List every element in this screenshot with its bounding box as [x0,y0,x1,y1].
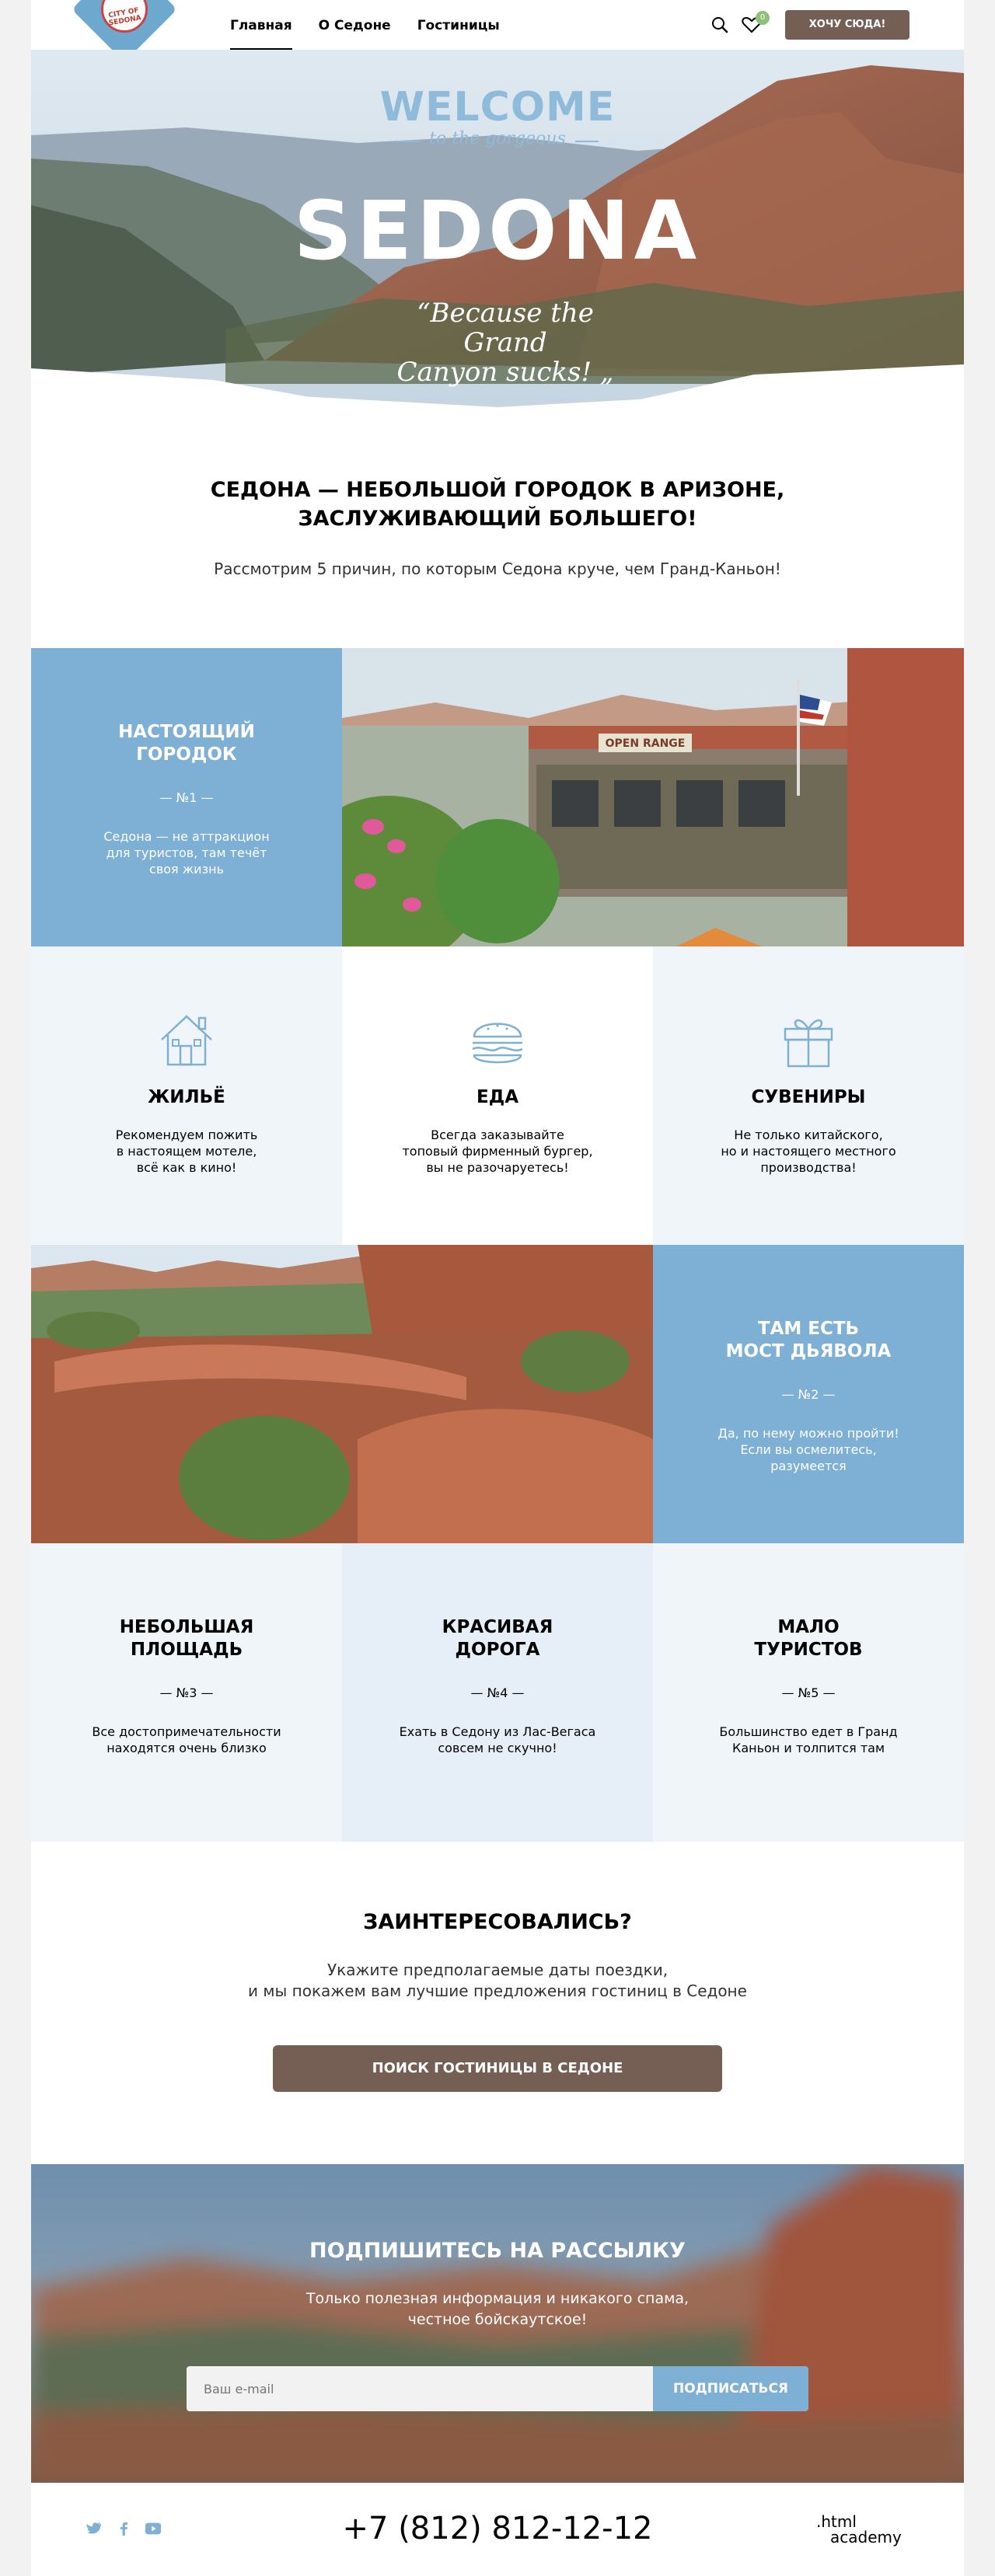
feature-text: Всегда заказывайте топовый фирменный бург… [402,1128,593,1175]
subscribe-text: Только полезная информация и никакого сп… [305,2290,690,2328]
reason-text: Седона — не аттракцион для туристов, там … [103,829,270,877]
intro-title-line: СЕДОНА — НЕБОЛЬШОЙ ГОРОДОК В АРИЗОНЕ, [210,478,785,502]
site-header: CITY OF SEDONA Главная О Седоне Гостиниц… [31,0,964,62]
reason-text: Да, по нему можно пройти! Если вы осмелит… [717,1426,899,1473]
reason-number: — №3 — [159,1685,214,1700]
interested-title: ЗАИНТЕРЕСОВАЛИСЬ? [363,1910,632,1934]
reason-card-4: КРАСИВАЯ ДОРОГА — №4 — Ехать в Седону из … [342,1543,653,1842]
feature-card-food: ЕДА Всегда заказывайте топовый фирменный … [342,946,653,1245]
intro-title-line: ЗАСЛУЖИВАЮЩИЙ БОЛЬШЕГО! [298,507,697,531]
town-photo: OPEN RANGE [342,648,964,946]
feature-title: ЕДА [477,1087,518,1107]
brand-line: academy [830,2528,902,2546]
divider [575,141,599,142]
reason-title: КРАСИВАЯ ДОРОГА [442,1617,553,1660]
reason-text: Большинство едет в Гранд Каньон и толпитс… [719,1724,898,1755]
main-nav: Главная О Седоне Гостиницы [230,0,526,50]
burger-icon [472,1023,523,1064]
reason-title: ТАМ ЕСТЬ МОСТ ДЬЯВОЛА [725,1319,892,1361]
feature-card-housing: ЖИЛЬЁ Рекомендуем пожить в настоящем моте… [31,946,342,1245]
favorites-badge: 0 [756,11,770,25]
reason-number: — №1 — [159,790,214,805]
page: CITY OF SEDONA Главная О Седоне Гостиниц… [31,0,964,2576]
intro-text: Рассмотрим 5 причин, по которым Седона к… [214,559,781,578]
feature-card-souvenirs: СУВЕНИРЫ Не только китайского, но и насто… [653,946,964,1245]
htmlacademy-logo[interactable]: .html academy [816,2514,917,2545]
feature-text: Рекомендуем пожить в настоящем мотеле, всё… [115,1128,258,1175]
reason-number: — №5 — [781,1685,836,1700]
reason-title: НЕБОЛЬШАЯ ПЛОЩАДЬ [119,1617,254,1660]
reason-title: МАЛО ТУРИСТОВ [754,1617,863,1660]
hero-welcome: WELCOME [379,84,616,131]
nav-item-about[interactable]: О Седоне [319,0,391,50]
reason-number: — №2 — [781,1387,836,1402]
reason-number: — №4 — [470,1685,525,1700]
subscribe-section: ПОДПИШИТЕСЬ НА РАССЫЛКУ Только полезная … [31,2164,964,2483]
feature-title: СУВЕНИРЫ [751,1087,866,1107]
feature-text: Не только китайского, но и настоящего мес… [721,1128,896,1175]
feature-title: ЖИЛЬЁ [148,1087,225,1107]
house-icon [161,1015,212,1066]
gift-icon [784,1019,833,1068]
hero-subtitle-row: to the gorgeous [396,129,599,152]
hero: WELCOME to the gorgeous SEDONA “Because … [31,50,964,427]
reason-card-5: МАЛО ТУРИСТОВ — №5 — Большинство едет в Г… [653,1543,964,1842]
reason-card-3: НЕБОЛЬШАЯ ПЛОЩАДЬ — №3 — Все достопримеча… [31,1543,342,1842]
reason-text: Ехать в Седону из Лас-Вегаса совсем не ск… [399,1724,596,1755]
subscribe-button[interactable]: ПОДПИСАТЬСЯ [653,2366,808,2411]
reason-text: Все достопримечательности находятся очень… [92,1724,281,1755]
hero-subtitle: to the gorgeous [429,129,566,148]
hero-title: SEDONA [293,183,702,278]
subscribe-title: ПОДПИШИТЕСЬ НА РАССЫЛКУ [309,2239,686,2263]
hotel-search-button[interactable]: ПОИСК ГОСТИНИЦЫ В СЕДОНЕ [273,2045,722,2092]
devils-bridge-photo [31,1245,653,1543]
intro-title: СЕДОНА — НЕБОЛЬШОЙ ГОРОДОК В АРИЗОНЕ, ЗА… [31,476,964,533]
reason-card-2: ТАМ ЕСТЬ МОСТ ДЬЯВОЛА — №2 — Да, по нему … [653,1245,964,1543]
interested-text: Укажите предполагаемые даты поездки, и м… [248,1961,747,2000]
want-here-button[interactable]: ХОЧУ СЮДА! [785,10,909,40]
brand-line: .html [816,2512,857,2531]
search-icon[interactable] [710,16,729,34]
hero-quote-line: Canyon sucks! „ [396,357,614,388]
nav-item-home[interactable]: Главная [230,0,292,50]
reason-title: НАСТОЯЩИЙ ГОРОДОК [118,722,255,765]
hero-quote: “Because the Grand Canyon sucks! „ [373,298,637,387]
nav-item-hotels[interactable]: Гостиницы [417,0,500,50]
reason-card-1: НАСТОЯЩИЙ ГОРОДОК — №1 — Седона — не аттр… [31,648,342,946]
hero-quote-line: “Because the Grand [417,298,594,358]
town-sign-text: OPEN RANGE [606,737,686,750]
site-footer: +7 (812) 812-12-12 .html academy [31,2483,964,2576]
email-field[interactable] [187,2366,653,2411]
